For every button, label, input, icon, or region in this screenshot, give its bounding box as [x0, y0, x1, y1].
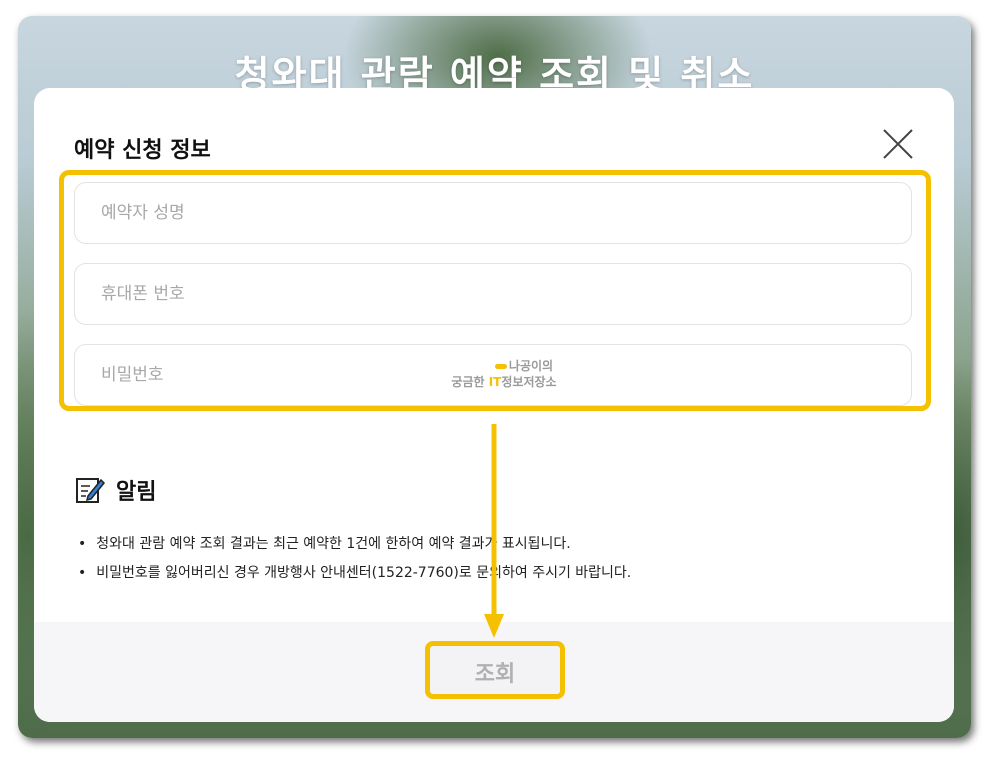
reservation-modal: 예약 신청 정보 나공이의 궁금한 IT정보저장소 알림 청와대 관람 예약 조…	[34, 88, 954, 722]
notice-heading: 알림	[74, 474, 156, 506]
modal-title: 예약 신청 정보	[74, 138, 211, 163]
phone-input[interactable]	[75, 264, 911, 324]
memo-pencil-icon	[76, 478, 106, 503]
notice-title: 알림	[116, 480, 157, 505]
password-input[interactable]	[75, 345, 911, 405]
close-button[interactable]	[878, 124, 918, 164]
notice-item: 청와대 관람 예약 조회 결과는 최근 예약한 1건에 한하여 예약 결과가 표…	[78, 532, 631, 561]
search-button[interactable]: 조회	[429, 645, 561, 699]
modal-footer: 조회	[34, 622, 954, 722]
reserver-name-field[interactable]	[74, 182, 912, 244]
notice-item: 비밀번호를 잃어버리신 경우 개방행사 안내센터(1522-7760)로 문의하…	[78, 561, 631, 590]
reserver-name-input[interactable]	[75, 183, 911, 243]
notice-list: 청와대 관람 예약 조회 결과는 최근 예약한 1건에 한하여 예약 결과가 표…	[78, 532, 631, 590]
close-icon	[883, 129, 913, 159]
phone-field[interactable]	[74, 263, 912, 325]
password-field[interactable]	[74, 344, 912, 406]
